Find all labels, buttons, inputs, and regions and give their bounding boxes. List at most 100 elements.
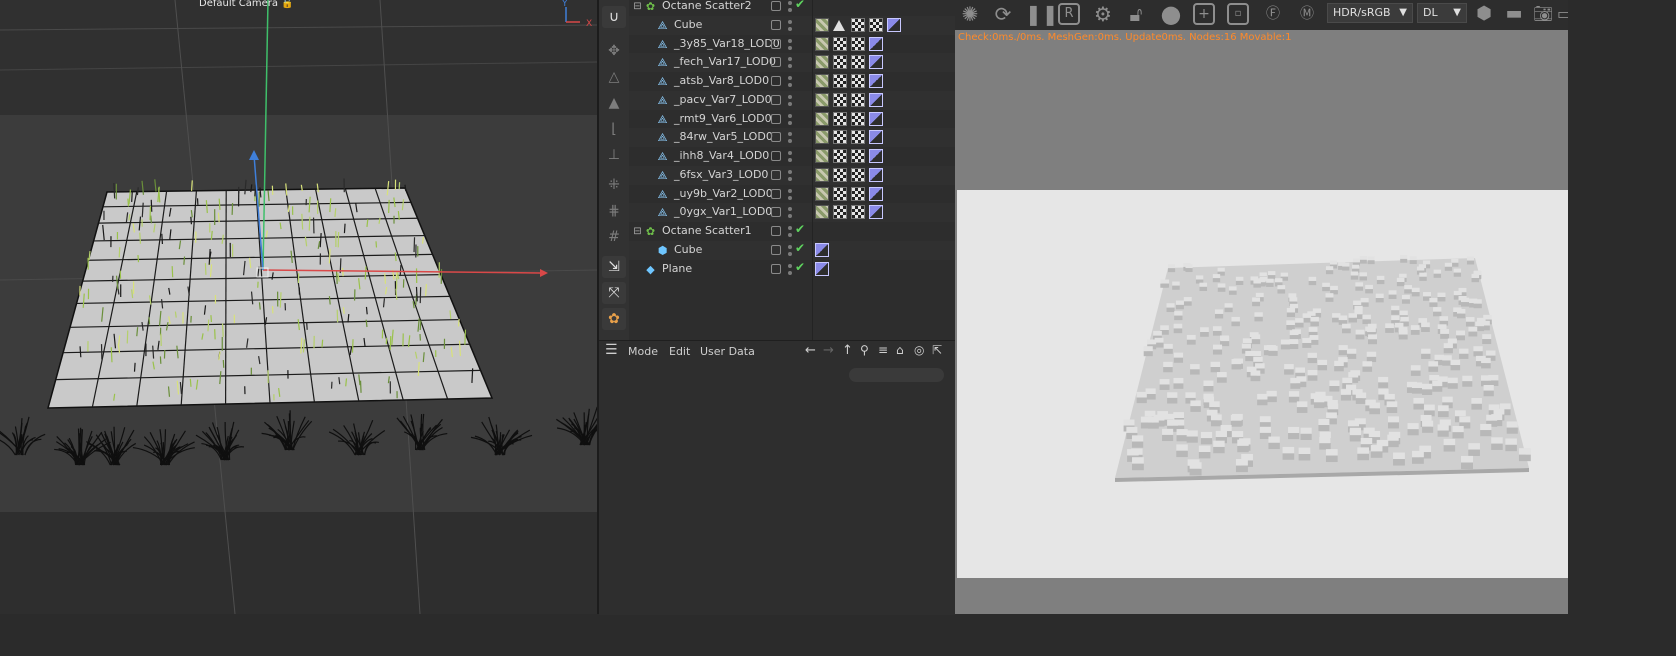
uvw-tag-icon[interactable] bbox=[833, 74, 847, 88]
object-name[interactable]: _atsb_Var8_LOD0 bbox=[674, 74, 769, 87]
object-name[interactable]: _6fsx_Var3_LOD0 bbox=[674, 168, 768, 181]
octane-object-tag-icon[interactable] bbox=[815, 261, 829, 276]
object-row[interactable]: ⊟ ✿ Octane Scatter1 ✔ bbox=[629, 222, 955, 241]
uvw-tag-icon[interactable] bbox=[869, 17, 883, 32]
settings-gear-icon[interactable]: ⚙ bbox=[1091, 2, 1115, 26]
object-name[interactable]: _pacv_Var7_LOD0 bbox=[674, 93, 772, 106]
texture-tag-icon[interactable] bbox=[815, 74, 829, 88]
focus-pin-icon[interactable]: Ⓕ bbox=[1261, 2, 1285, 26]
render-visibility-dot[interactable] bbox=[788, 101, 792, 106]
hamburger-menu-icon[interactable]: ☰ bbox=[605, 342, 618, 358]
uvw-tag-icon[interactable] bbox=[851, 149, 865, 163]
uvw-tag-icon[interactable] bbox=[833, 130, 847, 145]
editor-visibility-dot[interactable] bbox=[788, 19, 792, 24]
object-name[interactable]: _ihh8_Var4_LOD0 bbox=[674, 149, 769, 162]
texture-tag-icon[interactable] bbox=[815, 186, 829, 201]
pause-icon[interactable]: ❚❚ bbox=[1025, 2, 1059, 26]
uvw-tag-icon[interactable] bbox=[851, 205, 865, 220]
texture-tag-icon[interactable] bbox=[815, 92, 829, 107]
kernel-select[interactable]: DL ▼ bbox=[1417, 3, 1467, 23]
render-visibility-dot[interactable] bbox=[788, 214, 792, 219]
unlock-icon[interactable]: 🔓︎ bbox=[1124, 2, 1148, 26]
object-row[interactable]: ⟁ _84rw_Var5_LOD0 bbox=[629, 128, 955, 148]
object-name[interactable]: Octane Scatter2 bbox=[662, 0, 752, 12]
octane-logo-icon[interactable]: ✺ bbox=[958, 2, 982, 26]
octane-object-tag-icon[interactable] bbox=[869, 111, 883, 126]
uvw-tag-icon[interactable] bbox=[833, 111, 847, 126]
editor-visibility-dot[interactable] bbox=[788, 76, 792, 80]
object-row[interactable]: ⊟ ✿ Octane Scatter2 ✔ bbox=[629, 0, 955, 16]
editor-visibility-dot[interactable] bbox=[788, 38, 792, 43]
texture-tag-icon[interactable] bbox=[815, 36, 829, 51]
layer-toggle[interactable] bbox=[771, 226, 781, 236]
texture-tag-icon[interactable] bbox=[815, 130, 829, 145]
uvw-tag-icon[interactable] bbox=[851, 36, 865, 51]
collapse-icon[interactable]: ⊟ bbox=[631, 0, 644, 13]
new-window-icon[interactable]: ⇱ bbox=[932, 343, 942, 357]
object-name[interactable]: _0ygx_Var1_LOD0 bbox=[674, 205, 772, 218]
uvw-tag-icon[interactable] bbox=[851, 186, 865, 201]
editor-visibility-dot[interactable] bbox=[788, 188, 792, 193]
object-name[interactable]: _uy9b_Var2_LOD0 bbox=[674, 187, 773, 200]
render-visibility-dot[interactable] bbox=[788, 83, 792, 87]
render-visibility-dot[interactable] bbox=[788, 26, 792, 31]
layer-toggle[interactable] bbox=[771, 113, 781, 124]
color-space-select[interactable]: HDR/sRGB ▼ bbox=[1327, 3, 1413, 23]
uvw-tag-icon[interactable] bbox=[851, 92, 865, 107]
move-axis-icon[interactable]: ✥ bbox=[602, 40, 626, 62]
layer-toggle[interactable] bbox=[771, 57, 781, 68]
object-name[interactable]: Cube bbox=[674, 243, 702, 256]
octane-object-tag-icon[interactable] bbox=[869, 130, 883, 145]
octane-object-tag-icon[interactable] bbox=[869, 167, 883, 182]
uvw-tag-icon[interactable] bbox=[833, 92, 847, 107]
object-row[interactable]: ⟁ _pacv_Var7_LOD0 bbox=[629, 90, 955, 110]
restart-render-icon[interactable]: ⟳ bbox=[991, 2, 1015, 26]
target-icon[interactable]: ◎ bbox=[914, 343, 924, 357]
octane-object-tag-icon[interactable] bbox=[815, 242, 829, 257]
layer-toggle[interactable] bbox=[771, 38, 781, 49]
texture-tag-icon[interactable] bbox=[815, 111, 829, 126]
menu-mode[interactable]: Mode bbox=[628, 345, 658, 358]
magnet-icon[interactable]: ∪ bbox=[602, 6, 626, 28]
hash-icon[interactable]: # bbox=[602, 226, 626, 248]
region-box-icon[interactable]: ▫ bbox=[1227, 3, 1249, 25]
render-visibility-dot[interactable] bbox=[788, 270, 792, 275]
material-pin-icon[interactable]: Ⓜ bbox=[1295, 2, 1319, 26]
uvw-tag-icon[interactable] bbox=[851, 111, 865, 126]
object-name[interactable]: Octane Scatter1 bbox=[662, 224, 752, 237]
region-render-icon[interactable]: R bbox=[1058, 3, 1080, 25]
object-row[interactable]: ⟁ _rmt9_Var6_LOD0 bbox=[629, 110, 955, 129]
object-name[interactable]: _rmt9_Var6_LOD0 bbox=[674, 112, 772, 125]
render-visibility-dot[interactable] bbox=[788, 195, 792, 200]
menu-user-data[interactable]: User Data bbox=[700, 345, 755, 358]
uvw-tag-icon[interactable] bbox=[851, 55, 865, 70]
editor-visibility-dot[interactable] bbox=[788, 151, 792, 155]
enabled-check-icon[interactable]: ✔ bbox=[795, 260, 805, 274]
object-row[interactable]: ⟁ _3y85_Var18_LOD0 bbox=[629, 35, 955, 54]
uvw-tag-icon[interactable] bbox=[833, 149, 847, 163]
object-row[interactable]: ⟁ Cube bbox=[629, 15, 955, 35]
up-arrow-icon[interactable]: ↑ bbox=[842, 343, 853, 358]
rotate-axis-icon[interactable]: ▲ bbox=[602, 92, 626, 114]
grid-snap-icon[interactable]: ⁜ bbox=[602, 174, 626, 196]
uvw-tag-icon[interactable] bbox=[851, 74, 865, 88]
editor-visibility-dot[interactable] bbox=[788, 244, 792, 249]
render-visibility-dot[interactable] bbox=[788, 176, 792, 181]
grid-icon[interactable]: ⋕ bbox=[602, 200, 626, 222]
uvw-tag-icon[interactable] bbox=[851, 167, 865, 182]
layer-toggle[interactable] bbox=[771, 1, 781, 11]
render-visibility-dot[interactable] bbox=[788, 64, 792, 69]
render-visibility-dot[interactable] bbox=[788, 158, 792, 162]
object-row[interactable]: ⟁ _6fsx_Var3_LOD0 bbox=[629, 165, 955, 185]
editor-visibility-dot[interactable] bbox=[788, 94, 792, 99]
layer-toggle[interactable] bbox=[771, 76, 781, 86]
search-icon[interactable]: ⚲ bbox=[860, 343, 869, 357]
editor-visibility-dot[interactable] bbox=[788, 57, 792, 62]
editor-visibility-dot[interactable] bbox=[788, 113, 792, 118]
camera-label[interactable]: Default Camera 🔓 bbox=[199, 0, 294, 9]
layer-toggle[interactable] bbox=[771, 188, 781, 199]
object-row[interactable]: ⟁ _uy9b_Var2_LOD0 bbox=[629, 185, 955, 204]
layer-toggle[interactable] bbox=[771, 94, 781, 105]
octane-object-tag-icon[interactable] bbox=[869, 205, 883, 220]
octane-object-tag-icon[interactable] bbox=[869, 36, 883, 51]
